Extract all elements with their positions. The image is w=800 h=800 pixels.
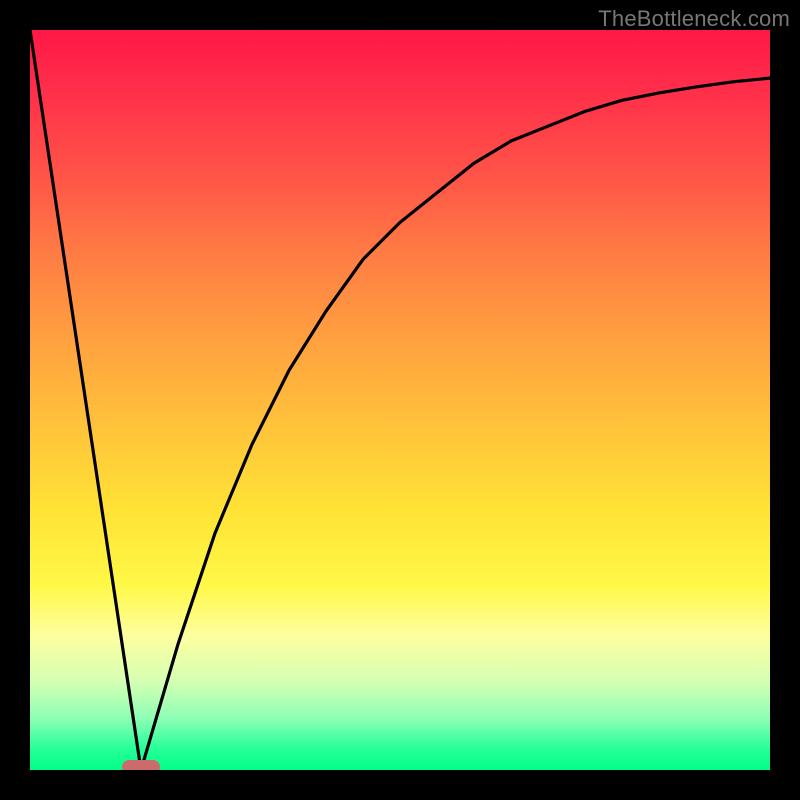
right-curve-path: [141, 78, 770, 770]
plot-area: [30, 30, 770, 770]
curve-layer: [30, 30, 770, 770]
chart-frame: TheBottleneck.com: [0, 0, 800, 800]
watermark-text: TheBottleneck.com: [598, 6, 790, 32]
left-line-path: [30, 30, 141, 770]
optimum-marker: [122, 760, 160, 770]
